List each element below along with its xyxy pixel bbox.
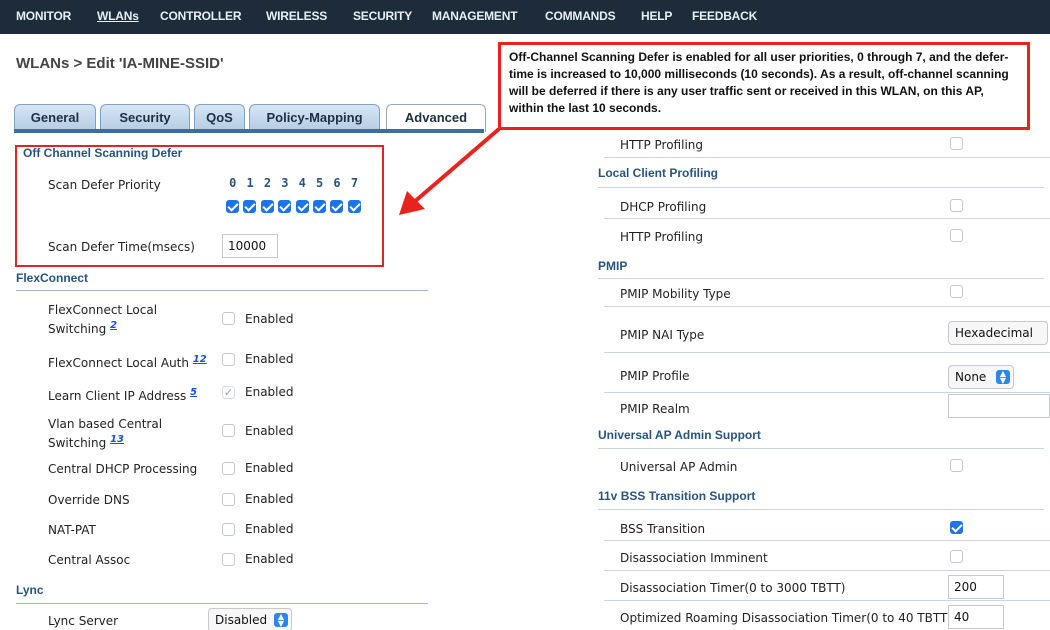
- row-divider: [598, 278, 1044, 279]
- http-profiling-label: HTTP Profiling: [620, 138, 704, 152]
- flexconnect-local-auth-label: FlexConnect Local Auth 12: [48, 354, 207, 370]
- opt-roam-timer-input[interactable]: 40: [948, 605, 1004, 629]
- section-title-universal-ap: Universal AP Admin Support: [598, 428, 761, 442]
- flexconnect-local-auth-checkbox[interactable]: [222, 353, 235, 366]
- pmip-profile-value: None: [955, 370, 987, 384]
- central-dhcp-label: Central DHCP Processing: [48, 462, 198, 476]
- section-title-flexconnect: FlexConnect: [16, 271, 89, 285]
- tab-qos[interactable]: QoS: [194, 104, 245, 130]
- pmip-realm-label: PMIP Realm: [620, 402, 690, 416]
- universal-ap-admin-checkbox[interactable]: [950, 459, 963, 472]
- section-divider: [16, 603, 428, 604]
- section-title-pmip: PMIP: [598, 259, 628, 273]
- menu-monitor[interactable]: MONITOR: [16, 9, 71, 23]
- disassoc-timer-input[interactable]: 200: [948, 575, 1004, 599]
- lync-server-value: Disabled: [215, 613, 268, 627]
- enabled-label: Enabled: [245, 424, 294, 438]
- pmip-nai-type-label: PMIP NAI Type: [620, 328, 705, 342]
- section-divider: [16, 290, 428, 291]
- row-divider: [598, 509, 1044, 510]
- select-arrow-icon: ▲ ▼: [996, 370, 1010, 385]
- flexconnect-local-switching-checkbox[interactable]: [222, 312, 235, 325]
- bss-transition-label: BSS Transition: [620, 522, 706, 536]
- row-divider: [604, 392, 1050, 393]
- menu-management[interactable]: MANAGEMENT: [432, 9, 518, 23]
- section-title-local-client-profiling: Local Client Profiling: [598, 166, 719, 180]
- menu-help[interactable]: HELP: [641, 9, 672, 23]
- row-divider: [604, 306, 1050, 307]
- enabled-label: Enabled: [245, 552, 294, 566]
- lync-server-label: Lync Server: [48, 614, 119, 628]
- enabled-label: Enabled: [245, 312, 294, 326]
- tab-security[interactable]: Security: [100, 104, 190, 130]
- flexconnect-local-switching-label: FlexConnect Local Switching 2: [48, 303, 158, 336]
- highlight-box: [15, 145, 384, 267]
- nat-pat-checkbox[interactable]: [222, 523, 235, 536]
- menu-commands[interactable]: COMMANDS: [545, 9, 616, 23]
- vlan-central-switching-label: Vlan based Central Switching 13: [48, 417, 163, 450]
- disassoc-timer-label: Disassociation Timer(0 to 3000 TBTT): [620, 581, 846, 595]
- row-divider: [598, 448, 1044, 449]
- http-profiling-2-checkbox[interactable]: [950, 229, 963, 242]
- row-divider: [598, 187, 1044, 188]
- opt-roam-timer-label: Optimized Roaming Disassociation Timer(0…: [620, 611, 952, 625]
- menu-feedback[interactable]: FEEDBACK: [692, 9, 757, 23]
- select-arrow-icon: ▲ ▼: [274, 613, 288, 628]
- learn-client-ip-checkbox[interactable]: ✓: [222, 386, 235, 399]
- pmip-realm-input[interactable]: [948, 394, 1050, 418]
- footnote-link[interactable]: 12: [193, 354, 207, 365]
- disassoc-imminent-checkbox[interactable]: [950, 550, 963, 563]
- annotation-arrow: [399, 127, 501, 215]
- learn-client-ip-label: Learn Client IP Address 5: [48, 387, 198, 403]
- section-title-lync: Lync: [16, 583, 44, 597]
- row-divider: [604, 600, 1050, 601]
- http-profiling-2-label: HTTP Profiling: [620, 230, 704, 244]
- bss-transition-checkbox[interactable]: [950, 521, 963, 534]
- override-dns-checkbox[interactable]: [222, 493, 235, 506]
- tab-policy-mapping[interactable]: Policy-Mapping: [249, 104, 380, 130]
- pmip-nai-type-value: Hexadecimal: [955, 326, 1033, 340]
- row-divider: [604, 218, 1050, 219]
- menu-controller[interactable]: CONTROLLER: [160, 9, 242, 23]
- central-assoc-label: Central Assoc: [48, 553, 131, 567]
- pmip-mobility-type-checkbox[interactable]: [950, 285, 963, 298]
- footnote-link[interactable]: 5: [190, 387, 197, 398]
- menu-security[interactable]: SECURITY: [353, 9, 412, 23]
- menu-wireless[interactable]: WIRELESS: [266, 9, 327, 23]
- enabled-label: Enabled: [245, 522, 294, 536]
- lync-server-select[interactable]: Disabled ▲ ▼: [208, 608, 292, 630]
- dhcp-profiling-checkbox[interactable]: [950, 199, 963, 212]
- footnote-link[interactable]: 13: [110, 434, 124, 445]
- central-dhcp-checkbox[interactable]: [222, 462, 235, 475]
- annotation-callout: Off-Channel Scanning Defer is enabled fo…: [498, 42, 1030, 130]
- nat-pat-label: NAT-PAT: [48, 523, 96, 537]
- enabled-label: Enabled: [245, 492, 294, 506]
- pmip-mobility-type-label: PMIP Mobility Type: [620, 287, 731, 301]
- row-divider: [604, 540, 1050, 541]
- enabled-label: Enabled: [245, 385, 294, 399]
- universal-ap-admin-label: Universal AP Admin: [620, 460, 738, 474]
- top-menu-bar: MONITOR WLANs CONTROLLER WIRELESS SECURI…: [0, 0, 1050, 34]
- section-title-bss-transition: 11v BSS Transition Support: [598, 489, 756, 503]
- tab-general[interactable]: General: [14, 104, 96, 130]
- menu-wlans[interactable]: WLANs: [97, 9, 139, 23]
- pmip-nai-type-select[interactable]: Hexadecimal: [948, 321, 1048, 345]
- enabled-label: Enabled: [245, 352, 294, 366]
- pmip-profile-select[interactable]: None ▲ ▼: [948, 365, 1014, 389]
- central-assoc-checkbox[interactable]: [222, 553, 235, 566]
- override-dns-label: Override DNS: [48, 493, 130, 507]
- row-divider: [604, 157, 1050, 158]
- row-divider: [604, 352, 1050, 353]
- disassoc-imminent-label: Disassociation Imminent: [620, 551, 768, 565]
- http-profiling-checkbox[interactable]: [950, 137, 963, 150]
- dhcp-profiling-label: DHCP Profiling: [620, 200, 707, 214]
- vlan-central-switching-checkbox[interactable]: [222, 424, 235, 437]
- footnote-link[interactable]: 2: [110, 320, 117, 331]
- row-divider: [604, 570, 1050, 571]
- enabled-label: Enabled: [245, 461, 294, 475]
- pmip-profile-label: PMIP Profile: [620, 369, 690, 383]
- page-title: WLANs > Edit 'IA-MINE-SSID': [16, 55, 224, 72]
